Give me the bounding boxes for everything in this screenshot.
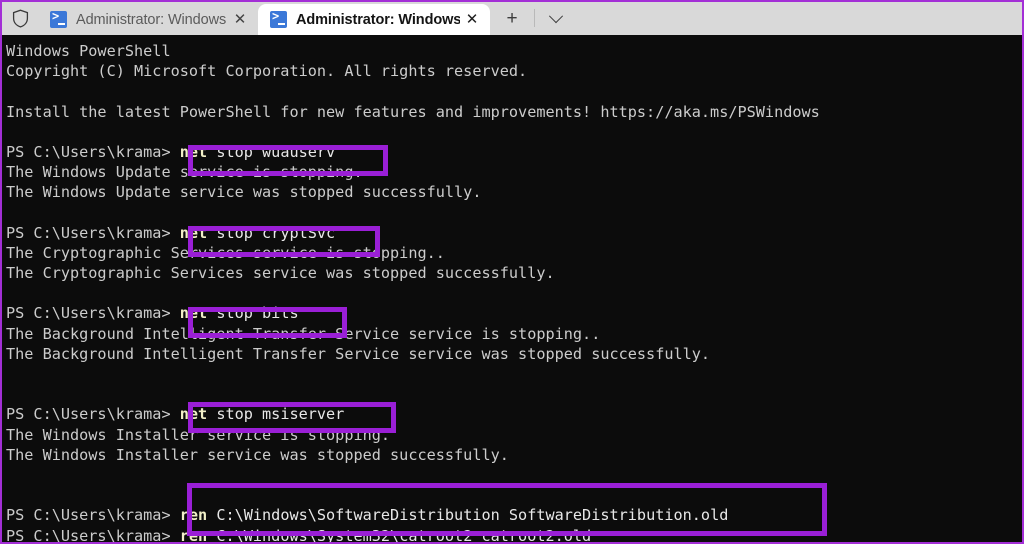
terminal-output-line: The Cryptographic Services service is st… (6, 243, 1022, 263)
terminal-output-line: The Windows Installer service is stoppin… (6, 425, 1022, 445)
terminal-output[interactable]: Windows PowerShellCopyright (C) Microsof… (2, 35, 1022, 542)
terminal-output-line: The Cryptographic Services service was s… (6, 263, 1022, 283)
terminal-output-line: Install the latest PowerShell for new fe… (6, 102, 1022, 122)
terminal-prompt: PS C:\Users\krama> (6, 224, 180, 242)
terminal-prompt: PS C:\Users\krama> (6, 506, 180, 524)
terminal-prompt: PS C:\Users\krama> (6, 405, 180, 423)
terminal-blank-line (6, 465, 1022, 485)
command-arguments: stop cryptSvc (207, 224, 335, 242)
terminal-output-line: The Background Intelligent Transfer Serv… (6, 324, 1022, 344)
terminal-output-line: Copyright (C) Microsoft Corporation. All… (6, 61, 1022, 81)
tab-active[interactable]: Administrator: Windows Powe ✕ (258, 4, 490, 35)
terminal-blank-line (6, 364, 1022, 384)
terminal-command-line: PS C:\Users\krama> net stop wuauserv (6, 142, 1022, 162)
terminal-blank-line (6, 81, 1022, 101)
title-bar: Administrator: Windows Powe ✕ Administra… (2, 2, 1022, 35)
command-arguments: C:\Windows\SoftwareDistribution Software… (207, 506, 728, 524)
terminal-blank-line (6, 485, 1022, 505)
terminal-command-line: PS C:\Users\krama> net stop msiserver (6, 404, 1022, 424)
titlebar-drag-region[interactable] (577, 2, 1022, 35)
terminal-command-line: PS C:\Users\krama> net stop bits (6, 303, 1022, 323)
terminal-blank-line (6, 203, 1022, 223)
terminal-blank-line (6, 384, 1022, 404)
shield-icon[interactable] (2, 2, 38, 35)
terminal-prompt: PS C:\Users\krama> (6, 527, 180, 544)
terminal-prompt: PS C:\Users\krama> (6, 304, 180, 322)
command-keyword: ren (180, 527, 207, 544)
terminal-command-line: PS C:\Users\krama> ren C:\Windows\Softwa… (6, 505, 1022, 525)
terminal-output-line: The Windows Update service is stopping. (6, 162, 1022, 182)
command-keyword: ren (180, 506, 207, 524)
terminal-output-line: The Windows Installer service was stoppe… (6, 445, 1022, 465)
terminal-command-line: PS C:\Users\krama> net stop cryptSvc (6, 223, 1022, 243)
terminal-output-line: The Background Intelligent Transfer Serv… (6, 344, 1022, 364)
command-arguments: stop bits (207, 304, 298, 322)
powershell-icon (50, 11, 67, 28)
chevron-down-icon (549, 9, 563, 23)
terminal-blank-line (6, 283, 1022, 303)
command-keyword: net (180, 304, 207, 322)
tab-dropdown-button[interactable] (535, 2, 577, 35)
terminal-blank-line (6, 122, 1022, 142)
close-icon[interactable]: ✕ (460, 8, 484, 32)
command-arguments: C:\Windows\System32\catroot2 catroot2.ol… (207, 527, 591, 544)
command-arguments: stop msiserver (207, 405, 344, 423)
command-arguments: stop wuauserv (207, 143, 335, 161)
tab-title: Administrator: Windows Powe (296, 12, 460, 28)
command-keyword: net (180, 143, 207, 161)
terminal-command-line: PS C:\Users\krama> ren C:\Windows\System… (6, 526, 1022, 544)
terminal-output-line: The Windows Update service was stopped s… (6, 182, 1022, 202)
tab-inactive[interactable]: Administrator: Windows Powe ✕ (38, 4, 258, 35)
command-keyword: net (180, 405, 207, 423)
powershell-icon (270, 11, 287, 28)
new-tab-button[interactable]: + (490, 2, 534, 35)
terminal-prompt: PS C:\Users\krama> (6, 143, 180, 161)
tab-title: Administrator: Windows Powe (76, 12, 228, 28)
command-keyword: net (180, 224, 207, 242)
close-icon[interactable]: ✕ (228, 8, 252, 32)
terminal-output-line: Windows PowerShell (6, 41, 1022, 61)
powershell-window: Administrator: Windows Powe ✕ Administra… (0, 0, 1024, 544)
